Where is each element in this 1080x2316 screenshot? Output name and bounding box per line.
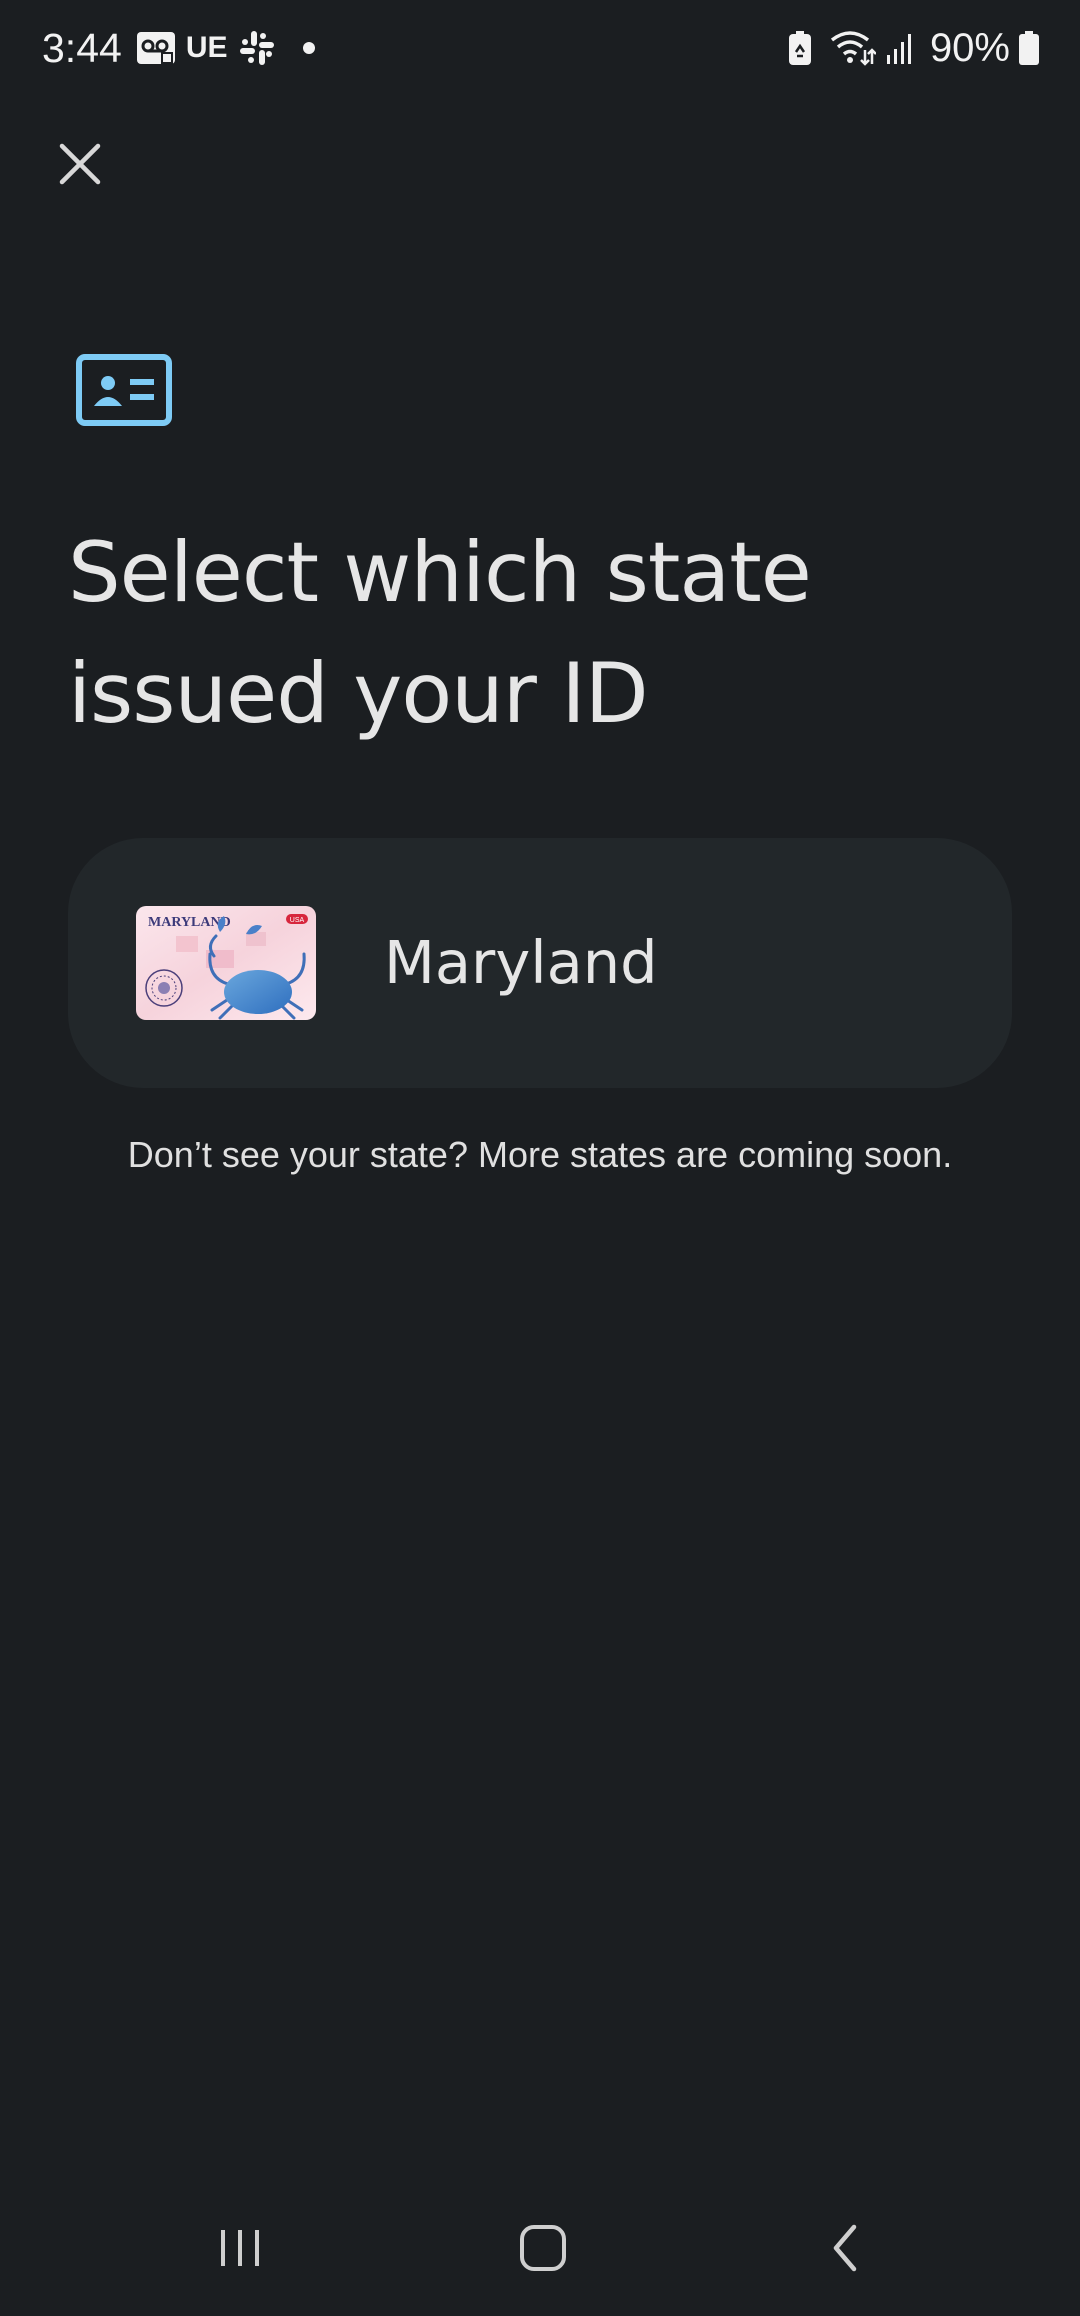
carrier-label: UE (185, 31, 228, 64)
status-bar: 3:44 UE 90% (0, 0, 1080, 96)
recents-button[interactable] (200, 2216, 280, 2280)
voicemail-icon (136, 31, 176, 65)
status-right: 90% (774, 22, 1040, 74)
battery-percent: 90% (929, 25, 1010, 70)
slack-icon (238, 29, 276, 67)
state-card-badge: USA (290, 917, 305, 924)
page-title: Select which state issued your ID (68, 524, 812, 742)
battery-icon (1018, 30, 1040, 66)
maryland-id-card-image: MARYLAND USA (136, 906, 316, 1020)
back-icon (833, 2224, 857, 2272)
screen: 3:44 UE 90% Select which state issued yo… (0, 0, 1080, 2316)
recents-icon (221, 2230, 259, 2266)
home-icon (520, 2225, 566, 2271)
coming-soon-note: Don’t see your state? More states are co… (127, 1134, 953, 1175)
state-name: Maryland (384, 928, 658, 997)
home-button[interactable] (503, 2216, 583, 2280)
battery-saver-icon (788, 30, 812, 66)
status-left: 3:44 UE (42, 22, 316, 74)
status-time: 3:44 (42, 24, 122, 71)
navigation-bar (0, 2196, 1080, 2316)
id-card-icon (76, 354, 172, 426)
close-button[interactable] (44, 128, 116, 200)
back-button[interactable] (806, 2216, 886, 2280)
wifi-icon (830, 30, 876, 66)
notification-dot-icon (302, 41, 316, 55)
close-icon (59, 143, 101, 185)
signal-icon (886, 31, 916, 65)
state-option-maryland[interactable]: MARYLAND USA Maryland (68, 838, 1012, 1088)
